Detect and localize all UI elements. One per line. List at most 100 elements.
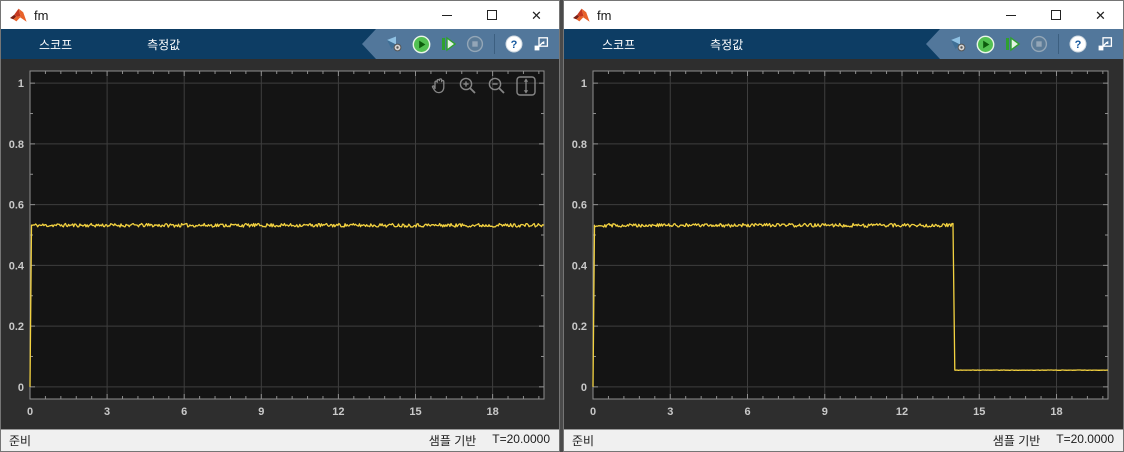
- svg-text:0.6: 0.6: [9, 200, 24, 212]
- status-bar: 준비 샘플 기반 T=20.0000: [564, 429, 1123, 451]
- help-icon: ?: [505, 35, 523, 53]
- desktop: fm ✕ 스코프 측정값: [0, 0, 1124, 452]
- scope-window-left: fm ✕ 스코프 측정값: [0, 0, 560, 452]
- pop-out-button[interactable]: [1095, 34, 1115, 54]
- zoom-out-icon[interactable]: [486, 75, 508, 97]
- window-title: fm: [34, 8, 48, 23]
- stop-button[interactable]: [465, 34, 485, 54]
- svg-text:0: 0: [590, 406, 596, 418]
- maximize-button[interactable]: [1033, 1, 1078, 29]
- svg-text:12: 12: [332, 406, 344, 418]
- window-controls: ✕: [988, 1, 1123, 29]
- svg-text:1: 1: [18, 78, 24, 90]
- minimize-button[interactable]: [424, 1, 469, 29]
- minimize-icon: [442, 15, 452, 16]
- status-sim-time: T=20.0000: [492, 432, 550, 449]
- status-bar: 준비 샘플 기반 T=20.0000: [1, 429, 559, 451]
- status-right-group: 샘플 기반 T=20.0000: [993, 432, 1114, 449]
- step-forward-button[interactable]: [1002, 34, 1022, 54]
- maximize-icon: [487, 10, 497, 20]
- title-bar[interactable]: fm ✕: [564, 1, 1123, 29]
- menu-bar: 스코프 측정값: [564, 29, 1123, 59]
- maximize-button[interactable]: [469, 1, 514, 29]
- tab-measurements[interactable]: 측정값: [137, 29, 190, 59]
- pop-out-icon: [1096, 35, 1114, 53]
- svg-text:6: 6: [744, 406, 750, 418]
- svg-text:0.8: 0.8: [572, 139, 587, 151]
- tune-parameters-button[interactable]: [384, 34, 404, 54]
- close-button[interactable]: ✕: [514, 1, 559, 29]
- step-forward-icon: [439, 35, 457, 53]
- step-forward-button[interactable]: [438, 34, 458, 54]
- svg-text:15: 15: [973, 406, 985, 418]
- svg-text:0: 0: [18, 382, 24, 394]
- tune-parameters-button[interactable]: [948, 34, 968, 54]
- tab-measurements[interactable]: 측정값: [700, 29, 753, 59]
- svg-text:0.8: 0.8: [9, 139, 24, 151]
- toolbar-separator: [1058, 34, 1059, 54]
- status-sample-mode: 샘플 기반: [429, 432, 477, 449]
- svg-text:9: 9: [822, 406, 828, 418]
- stop-icon: [1030, 35, 1048, 53]
- svg-text:?: ?: [511, 39, 518, 51]
- svg-text:18: 18: [486, 406, 498, 418]
- close-button[interactable]: ✕: [1078, 1, 1123, 29]
- plot-region: 0 3 6 9 12 15 18 0 0.2 0.4 0.6 0.8 1: [1, 59, 559, 429]
- status-ready: 준비: [9, 432, 31, 449]
- plot-region: 036912151800.20.40.60.81: [564, 59, 1123, 429]
- tune-icon: [949, 35, 967, 53]
- toolbar-separator: [494, 34, 495, 54]
- status-ready: 준비: [572, 432, 594, 449]
- svg-text:15: 15: [409, 406, 421, 418]
- tune-icon: [385, 35, 403, 53]
- matlab-logo-icon: [10, 8, 27, 23]
- scope-plot-canvas[interactable]: 036912151800.20.40.60.81: [564, 59, 1123, 429]
- scope-plot-canvas[interactable]: 0 3 6 9 12 15 18 0 0.2 0.4 0.6 0.8 1: [1, 59, 559, 429]
- tab-scope[interactable]: 스코프: [592, 29, 645, 59]
- tab-scope[interactable]: 스코프: [29, 29, 82, 59]
- status-right-group: 샘플 기반 T=20.0000: [429, 432, 550, 449]
- stop-icon: [466, 35, 484, 53]
- toolbar: ?: [926, 29, 1123, 59]
- fit-y-axis-icon[interactable]: [515, 75, 537, 97]
- svg-text:0.2: 0.2: [572, 321, 587, 333]
- status-sim-time: T=20.0000: [1056, 432, 1114, 449]
- window-title: fm: [597, 8, 611, 23]
- minimize-button[interactable]: [988, 1, 1033, 29]
- minimize-icon: [1006, 15, 1016, 16]
- step-forward-icon: [1003, 35, 1021, 53]
- stop-button[interactable]: [1029, 34, 1049, 54]
- run-icon: [412, 35, 431, 54]
- matlab-logo-icon: [573, 8, 590, 23]
- maximize-icon: [1051, 10, 1061, 20]
- close-icon: ✕: [531, 9, 542, 22]
- svg-text:0: 0: [27, 406, 33, 418]
- title-bar[interactable]: fm ✕: [1, 1, 559, 29]
- svg-text:6: 6: [181, 406, 187, 418]
- pop-out-button[interactable]: [531, 34, 551, 54]
- help-button[interactable]: ?: [504, 34, 524, 54]
- close-icon: ✕: [1095, 9, 1106, 22]
- svg-text:0.2: 0.2: [9, 321, 24, 333]
- window-controls: ✕: [424, 1, 559, 29]
- toolbar: ?: [362, 29, 559, 59]
- svg-text:12: 12: [896, 406, 908, 418]
- help-icon: ?: [1069, 35, 1087, 53]
- menu-bar: 스코프 측정값: [1, 29, 559, 59]
- svg-text:9: 9: [258, 406, 264, 418]
- svg-text:1: 1: [581, 78, 587, 90]
- run-button[interactable]: [975, 34, 995, 54]
- svg-text:0.4: 0.4: [9, 260, 25, 272]
- run-icon: [976, 35, 995, 54]
- svg-text:0.4: 0.4: [572, 260, 588, 272]
- svg-text:0.6: 0.6: [572, 200, 587, 212]
- help-button[interactable]: ?: [1068, 34, 1088, 54]
- zoom-in-icon[interactable]: [457, 75, 479, 97]
- svg-text:3: 3: [104, 406, 110, 418]
- pop-out-icon: [532, 35, 550, 53]
- pan-hand-icon[interactable]: [428, 75, 450, 97]
- svg-text:?: ?: [1075, 39, 1082, 51]
- status-sample-mode: 샘플 기반: [993, 432, 1041, 449]
- run-button[interactable]: [411, 34, 431, 54]
- svg-text:3: 3: [667, 406, 673, 418]
